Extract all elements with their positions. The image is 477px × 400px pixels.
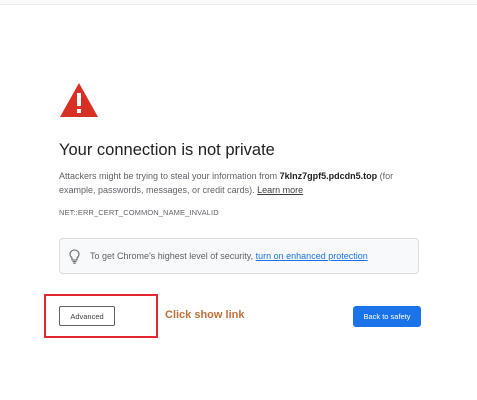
page-title: Your connection is not private (59, 141, 275, 159)
security-tip-box: To get Chrome's highest level of securit… (59, 238, 419, 274)
warning-triangle-icon (60, 83, 98, 117)
enhanced-protection-link[interactable]: turn on enhanced protection (256, 251, 368, 261)
error-code: NET::ERR_CERT_COMMON_NAME_INVALID (59, 208, 219, 217)
learn-more-link[interactable]: Learn more (257, 185, 303, 195)
explanation-text: Attackers might be trying to steal your … (59, 169, 419, 197)
advanced-button[interactable]: Advanced (59, 306, 115, 326)
lightbulb-icon (69, 249, 80, 264)
security-tip-text: To get Chrome's highest level of securit… (90, 251, 368, 261)
annotation-label: Click show link (165, 309, 245, 321)
explanation-prefix: Attackers might be trying to steal your … (59, 171, 280, 181)
interstitial-page: Your connection is not private Attackers… (0, 0, 477, 400)
top-border (0, 0, 477, 5)
site-domain: 7klnz7gpf5.pdcdn5.top (279, 171, 378, 181)
back-to-safety-button[interactable]: Back to safety (353, 306, 421, 327)
tip-text-prefix: To get Chrome's highest level of securit… (90, 251, 256, 261)
